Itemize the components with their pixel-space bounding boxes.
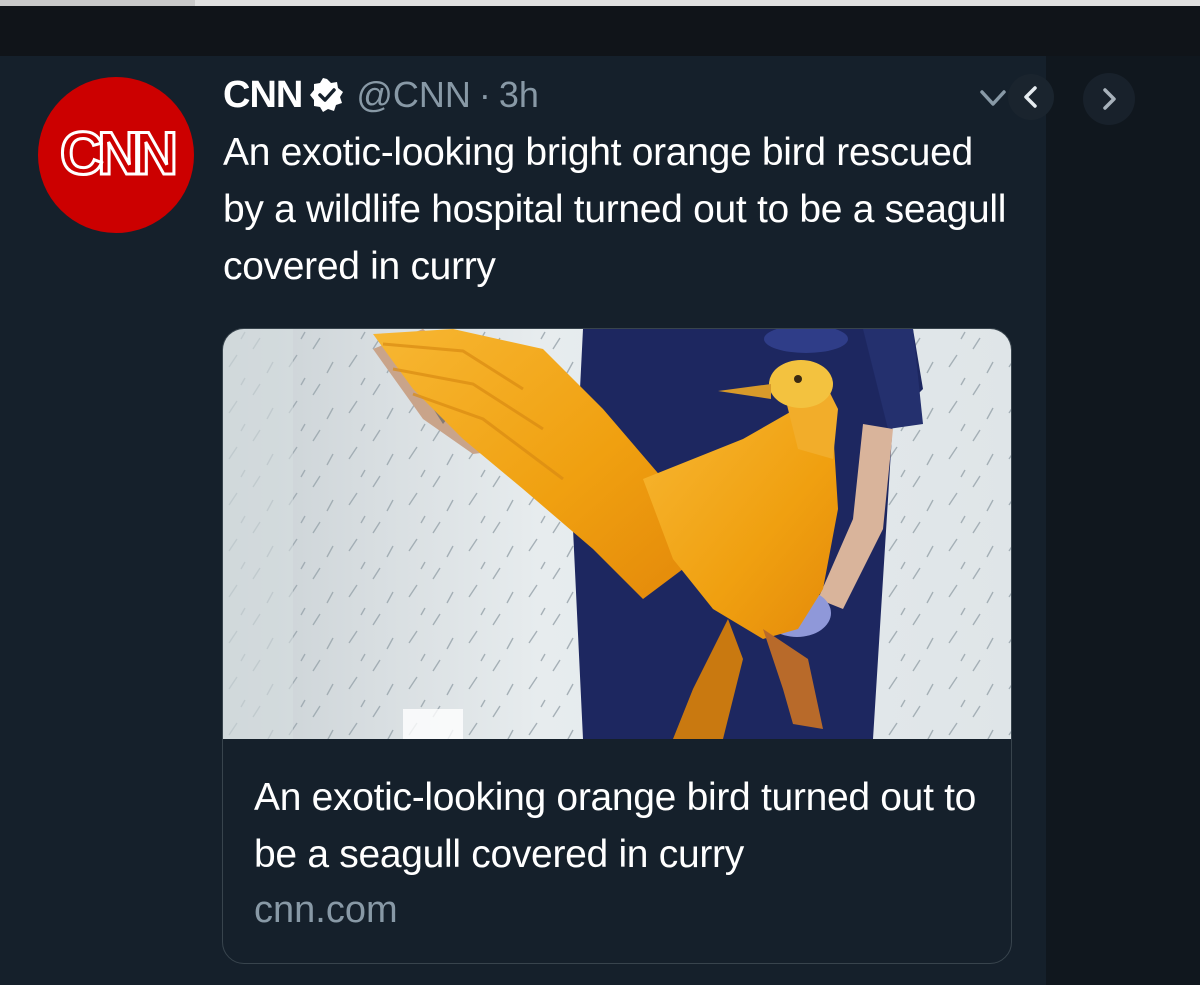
chevron-right-icon: [1103, 88, 1116, 110]
author-name[interactable]: CNN: [223, 74, 303, 117]
previous-button[interactable]: [1008, 74, 1054, 120]
top-bar: [0, 6, 1200, 56]
chevron-down-icon[interactable]: [978, 83, 1008, 113]
cnn-logo: CNN: [59, 120, 183, 189]
author-handle[interactable]: @CNN: [356, 74, 471, 116]
verified-badge-icon: [310, 78, 344, 112]
right-pane: [1046, 56, 1200, 985]
card-image[interactable]: [223, 329, 1011, 739]
separator-dot: ·: [478, 74, 491, 115]
avatar[interactable]: CNN: [38, 77, 194, 233]
tweet-text: An exotic-looking bright orange bird res…: [223, 131, 1007, 288]
next-button[interactable]: [1083, 73, 1135, 125]
card-title[interactable]: An exotic-looking orange bird turned out…: [254, 769, 994, 883]
cnn-logo-text: CNN: [60, 120, 175, 187]
tweet-header: CNN @CNN · 3h: [223, 72, 539, 118]
tweet-timestamp[interactable]: 3h: [499, 74, 539, 116]
link-card[interactable]: An exotic-looking orange bird turned out…: [222, 328, 1012, 964]
card-domain[interactable]: cnn.com: [254, 889, 398, 932]
chevron-left-icon: [1024, 86, 1037, 108]
